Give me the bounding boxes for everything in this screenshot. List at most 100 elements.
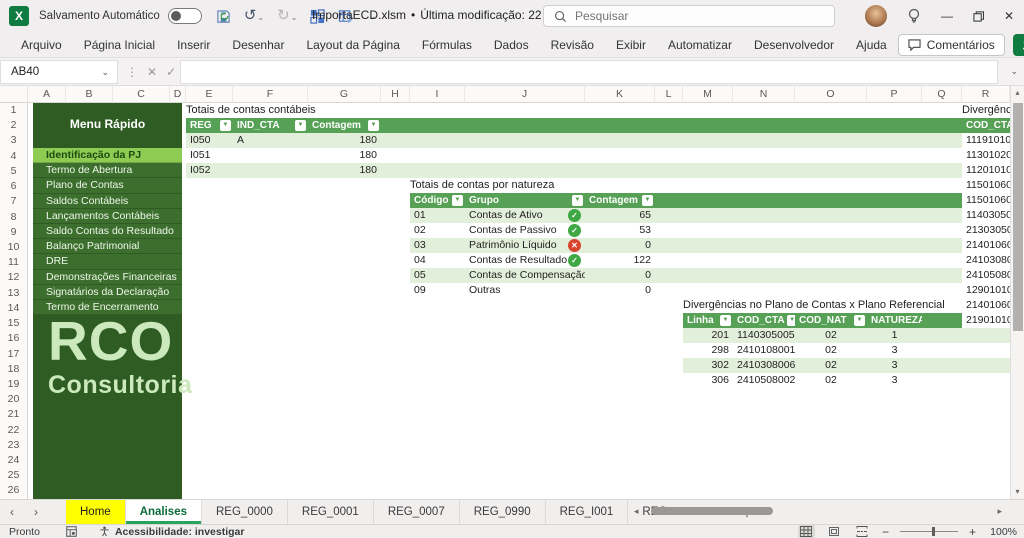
filter-button[interactable]: ▼ <box>452 195 463 206</box>
sheet-tab-reg-0007[interactable]: REG_0007 <box>374 500 460 524</box>
column-header[interactable]: Q <box>922 86 962 103</box>
row-header[interactable]: 7 <box>0 194 27 209</box>
row-header[interactable]: 22 <box>0 423 27 438</box>
cell[interactable]: 111910103 <box>962 133 1010 148</box>
cell[interactable]: 05 <box>410 268 465 283</box>
cell[interactable]: I052 <box>186 163 233 178</box>
row-header[interactable]: 14 <box>0 301 27 316</box>
ribbon-tab-ajuda[interactable]: Ajuda <box>845 32 898 58</box>
ribbon-tab-formulas[interactable]: Fórmulas <box>411 32 483 58</box>
cell[interactable]: 53 <box>585 223 655 238</box>
cell[interactable]: Contas de Ativo ✓ <box>465 208 585 223</box>
row-header[interactable]: 12 <box>0 270 27 285</box>
excel-logo-icon[interactable]: X <box>9 6 29 26</box>
cell[interactable]: Contas de Resultado ✓ <box>465 253 585 268</box>
ribbon-tab-inserir[interactable]: Inserir <box>166 32 221 58</box>
zoom-slider[interactable] <box>899 527 958 536</box>
sheet-area[interactable]: Menu Rápido Identificação da PJ Termo de… <box>28 103 1010 499</box>
menu-item-identificacao-pj[interactable]: Identificação da PJ <box>33 148 182 164</box>
cell[interactable]: 3 <box>867 373 922 388</box>
save-icon[interactable] <box>216 9 231 24</box>
row-header[interactable]: 21 <box>0 407 27 422</box>
column-header[interactable]: O <box>795 86 867 103</box>
cell[interactable]: 01 <box>410 208 465 223</box>
cell-name-box[interactable]: AB40 ⌄ <box>0 60 118 84</box>
cell[interactable] <box>233 163 308 178</box>
cell[interactable]: 0 <box>585 238 655 253</box>
row-header[interactable]: 6 <box>0 179 27 194</box>
cell[interactable]: Patrimônio Líquido ✕ <box>465 238 585 253</box>
cell[interactable]: 09 <box>410 283 465 298</box>
sheet-tab-reg-0001[interactable]: REG_0001 <box>288 500 374 524</box>
sheet-prev-icon[interactable]: ‹ <box>0 500 24 524</box>
row-header[interactable]: 25 <box>0 468 27 483</box>
sheet-tab-home[interactable]: Home <box>66 500 126 524</box>
ribbon-tab-layout[interactable]: Layout da Página <box>295 32 410 58</box>
vertical-scrollbar[interactable]: ▴ ▾ <box>1010 86 1024 499</box>
filter-button[interactable]: ▼ <box>295 120 306 131</box>
row-header[interactable]: 8 <box>0 210 27 225</box>
comments-button[interactable]: Comentários <box>897 33 1005 56</box>
cell[interactable] <box>233 148 308 163</box>
cell[interactable]: 02 <box>410 223 465 238</box>
cell[interactable]: 180 <box>308 148 381 163</box>
column-header[interactable]: R <box>962 86 1010 103</box>
macro-record-icon[interactable] <box>66 526 77 537</box>
row-header[interactable]: 13 <box>0 286 27 301</box>
close-button[interactable]: ✕ <box>1004 0 1014 32</box>
sheet-tab-analises[interactable]: Analises <box>125 500 202 524</box>
redo-dropdown-icon[interactable]: ⌄ <box>291 13 298 22</box>
row-header[interactable]: 26 <box>0 483 27 498</box>
cell[interactable]: 02 <box>795 373 867 388</box>
name-box-chevron-icon[interactable]: ⌄ <box>101 67 109 78</box>
restore-button[interactable] <box>973 10 984 22</box>
minimize-button[interactable]: — <box>941 0 953 32</box>
cell[interactable]: 1140305005 <box>733 328 795 343</box>
cell[interactable]: 65 <box>585 208 655 223</box>
column-header[interactable]: F <box>233 86 308 103</box>
column-header[interactable]: M <box>683 86 733 103</box>
page-layout-view-icon[interactable] <box>826 525 843 538</box>
lightbulb-icon[interactable] <box>907 8 921 24</box>
cell[interactable]: 122 <box>585 253 655 268</box>
select-all-corner[interactable] <box>0 86 28 103</box>
filter-button[interactable]: ▼ <box>368 120 379 131</box>
cell[interactable]: 113010200 <box>962 148 1010 163</box>
cell[interactable]: 1 <box>867 328 922 343</box>
undo-button[interactable]: ↺⌄ <box>244 7 264 25</box>
zoom-out-icon[interactable]: − <box>882 525 889 538</box>
cell[interactable]: 201 <box>683 328 733 343</box>
cell[interactable]: Contas de Compensação <box>465 268 585 283</box>
column-header[interactable]: G <box>308 86 381 103</box>
formula-input[interactable] <box>180 60 998 84</box>
cell[interactable]: 306 <box>683 373 733 388</box>
ribbon-tab-dados[interactable]: Dados <box>483 32 540 58</box>
accessibility-status[interactable]: Acessibilidade: investigar <box>99 526 245 538</box>
cell[interactable]: 302 <box>683 358 733 373</box>
row-header[interactable]: 20 <box>0 392 27 407</box>
column-header[interactable]: H <box>381 86 410 103</box>
cell[interactable]: A <box>233 133 308 148</box>
zoom-in-icon[interactable]: + <box>969 525 976 538</box>
row-header[interactable]: 18 <box>0 362 27 377</box>
cell[interactable]: Outras <box>465 283 585 298</box>
row-header[interactable]: 11 <box>0 255 27 270</box>
cell[interactable]: 241030800 <box>962 253 1010 268</box>
zoom-slider-thumb[interactable] <box>931 527 935 536</box>
ribbon-tab-desenhar[interactable]: Desenhar <box>221 32 295 58</box>
cell[interactable]: 0 <box>585 268 655 283</box>
cell[interactable]: 115010600 <box>962 178 1010 193</box>
confirm-entry-icon[interactable]: ✓ <box>166 65 176 79</box>
menu-item-termo-abertura[interactable]: Termo de Abertura <box>33 163 182 179</box>
scroll-up-icon[interactable]: ▴ <box>1011 86 1024 100</box>
cell[interactable]: 112010101 <box>962 163 1010 178</box>
cell[interactable]: 3 <box>867 343 922 358</box>
cell[interactable]: 2410108001 <box>733 343 795 358</box>
cell[interactable]: 02 <box>795 358 867 373</box>
column-header[interactable]: N <box>733 86 795 103</box>
row-header[interactable]: 2 <box>0 118 27 133</box>
menu-item-lancamentos-contabeis[interactable]: Lançamentos Contábeis <box>33 208 182 224</box>
zoom-level-label[interactable]: 100% <box>987 526 1017 538</box>
column-header[interactable]: C <box>113 86 170 103</box>
row-header[interactable]: 23 <box>0 438 27 453</box>
